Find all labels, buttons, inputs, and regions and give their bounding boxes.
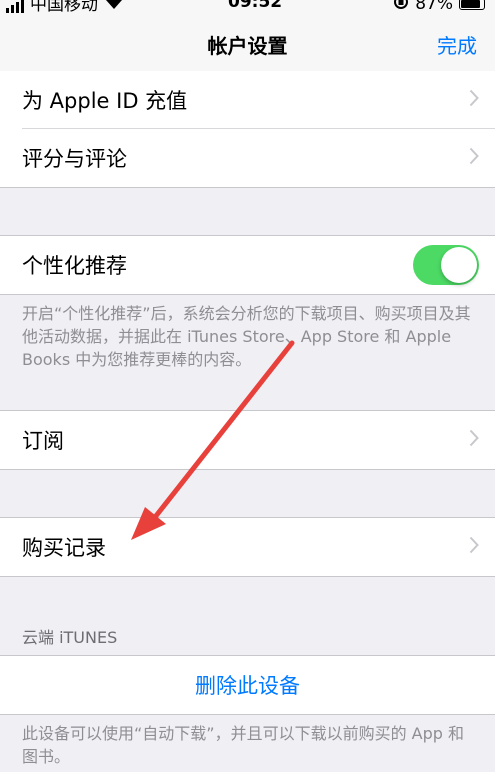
ratings-reviews-label: 评分与评论 (22, 147, 127, 171)
top-up-apple-id-cell[interactable]: 为 Apple ID 充值 (0, 71, 495, 129)
rotation-lock-icon (393, 0, 409, 13)
toggle-knob (441, 247, 477, 283)
carrier-group: 中国移动 (6, 0, 124, 15)
battery-icon (459, 0, 485, 10)
chevron-right-icon (469, 535, 479, 559)
chevron-right-icon (469, 428, 479, 452)
cloud-itunes-header: 云端 iTUNES (22, 628, 118, 647)
carrier-label: 中国移动 (30, 0, 98, 15)
purchase-history-cell[interactable]: 购买记录 (0, 518, 495, 576)
signal-icon (6, 0, 24, 13)
status-time: 09:52 (228, 0, 283, 12)
ratings-reviews-cell[interactable]: 评分与评论 (0, 129, 495, 187)
account-actions-group: 为 Apple ID 充值 评分与评论 (0, 71, 495, 188)
remove-device-button[interactable]: 删除此设备 (0, 656, 495, 714)
status-bar: 中国移动 09:52 87% (0, 0, 495, 16)
top-up-apple-id-label: 为 Apple ID 充值 (22, 89, 188, 113)
personalization-group: 个性化推荐 (0, 235, 495, 295)
page-title: 帐户设置 (207, 34, 288, 58)
subscriptions-group: 订阅 (0, 410, 495, 470)
personalized-recommendations-cell: 个性化推荐 (0, 236, 495, 294)
personalization-footer: 开启“个性化推荐”后，系统会分析您的下载项目、购买项目及其他活动数据，并据此在 … (22, 304, 471, 369)
chevron-right-icon (469, 88, 479, 112)
cloud-itunes-footer: 此设备可以使用“自动下载”，并且可以下载以前购买的 App 和图书。 (22, 724, 465, 766)
personalized-recommendations-toggle[interactable] (413, 245, 479, 285)
wifi-icon (104, 0, 124, 13)
personalized-recommendations-label: 个性化推荐 (22, 254, 127, 278)
done-button[interactable]: 完成 (437, 30, 477, 59)
subscriptions-label: 订阅 (22, 429, 64, 453)
chevron-right-icon (469, 146, 479, 170)
purchase-history-group: 购买记录 (0, 517, 495, 577)
navigation-bar: 帐户设置 完成 (0, 16, 495, 74)
subscriptions-cell[interactable]: 订阅 (0, 411, 495, 469)
battery-percent: 87% (415, 0, 453, 14)
cloud-itunes-group: 删除此设备 (0, 655, 495, 715)
purchase-history-label: 购买记录 (22, 536, 106, 560)
